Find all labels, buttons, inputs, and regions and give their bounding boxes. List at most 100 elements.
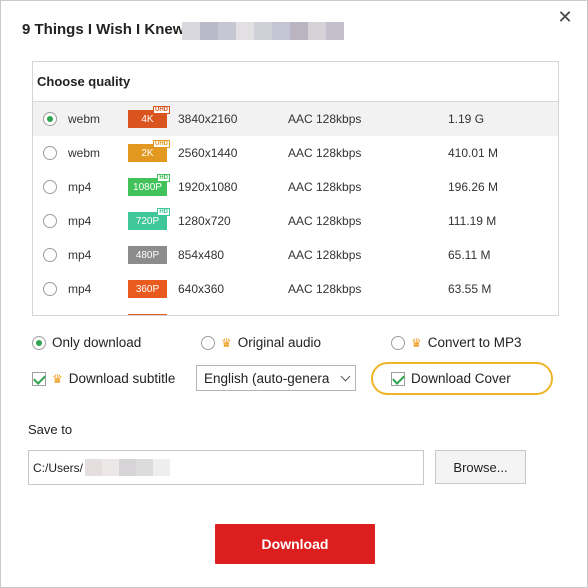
blur-block (136, 459, 154, 476)
quality-badge-label: 480P (135, 249, 160, 261)
blur-block (218, 22, 236, 40)
close-icon[interactable]: ✕ (557, 8, 573, 26)
quality-resolution: 1920x1080 (178, 180, 238, 194)
quality-format: mp4 (68, 248, 92, 262)
quality-format: mp4 (68, 214, 92, 228)
blur-block (290, 22, 308, 40)
quality-row[interactable]: webm 4K UHD 3840x2160 AAC 128kbps 1.19 G (33, 102, 558, 136)
convert-mp3-label: Convert to MP3 (427, 335, 522, 350)
subtitle-language-value: English (auto-genera (204, 370, 330, 386)
quality-audio: AAC 128kbps (288, 180, 362, 194)
quality-size: 1.19 G (448, 112, 485, 126)
save-path-blurred-region (85, 459, 171, 476)
quality-header: Choose quality (33, 62, 558, 102)
chevron-down-icon (340, 371, 351, 382)
blur-block (153, 459, 171, 476)
quality-resolution: 3840x2160 (178, 112, 238, 126)
quality-badge: 480P (128, 246, 167, 264)
quality-badge: 4K UHD (128, 106, 170, 128)
only-download-radio[interactable] (32, 335, 46, 350)
quality-badge: 360P (128, 280, 167, 298)
quality-audio: AAC 128kbps (288, 146, 362, 160)
download-dialog: 9 Things I Wish I Knew ✕ Choose quality … (0, 0, 588, 588)
quality-list: Choose quality webm 4K UHD 3840x2160 AAC… (32, 61, 559, 316)
quality-badge-label: 1080P (133, 181, 162, 193)
quality-badge-label: 360P (135, 283, 160, 295)
title-blurred-region (182, 22, 344, 40)
quality-badge (128, 314, 167, 315)
blur-block (272, 22, 290, 40)
original-audio-option[interactable]: ♛ Original audio (201, 335, 321, 350)
blur-block (326, 22, 344, 40)
quality-audio: AAC 128kbps (288, 248, 362, 262)
quality-rows: webm 4K UHD 3840x2160 AAC 128kbps 1.19 G… (33, 102, 558, 315)
convert-mp3-radio[interactable] (391, 335, 405, 350)
quality-radio[interactable] (43, 180, 57, 194)
download-subtitle-checkbox[interactable] (32, 371, 46, 386)
quality-row[interactable]: mp4 1080P HD 1920x1080 AAC 128kbps 196.2… (33, 170, 558, 204)
download-subtitle-option[interactable]: ♛ Download subtitle (32, 371, 175, 386)
original-audio-radio[interactable] (201, 335, 215, 350)
quality-radio[interactable] (43, 112, 57, 126)
quality-row[interactable]: mp4 720P HD 1280x720 AAC 128kbps 111.19 … (33, 204, 558, 238)
browse-button[interactable]: Browse... (435, 450, 526, 484)
only-download-label: Only download (52, 335, 142, 350)
blur-block (308, 22, 326, 40)
quality-audio: AAC 128kbps (288, 214, 362, 228)
quality-row[interactable]: webm 2K UHD 2560x1440 AAC 128kbps 410.01… (33, 136, 558, 170)
quality-format: webm (68, 146, 101, 160)
download-button[interactable]: Download (215, 524, 375, 564)
quality-badge: 2K UHD (128, 140, 170, 162)
quality-resolution: 640x360 (178, 282, 225, 296)
quality-badge-label: 720P (135, 215, 160, 227)
quality-size: 111.19 M (448, 214, 497, 228)
save-path-prefix: C:/Users/ (33, 460, 84, 475)
quality-format: mp4 (68, 282, 92, 296)
quality-tag: HD (157, 174, 170, 182)
quality-row[interactable]: mp4 360P 640x360 AAC 128kbps 63.55 M (33, 272, 558, 306)
download-cover-checkbox[interactable] (391, 371, 405, 386)
dialog-title: 9 Things I Wish I Knew (22, 21, 185, 38)
quality-radio[interactable] (43, 146, 57, 160)
quality-tag: UHD (153, 106, 170, 114)
quality-resolution: 2560x1440 (178, 146, 238, 160)
quality-badge: 720P HD (128, 208, 170, 230)
save-to-label: Save to (28, 422, 73, 437)
quality-tag: HD (157, 208, 170, 216)
blur-block (200, 22, 218, 40)
only-download-option[interactable]: Only download (32, 335, 141, 350)
quality-row[interactable]: mp4 480P 854x480 AAC 128kbps 65.11 M (33, 238, 558, 272)
quality-row[interactable] (33, 306, 558, 315)
crown-icon: ♛ (411, 335, 422, 350)
download-cover-option[interactable]: Download Cover (391, 371, 511, 386)
quality-badge-label: 2K (141, 147, 154, 159)
quality-audio: AAC 128kbps (288, 112, 362, 126)
quality-badge: 1080P HD (128, 174, 170, 196)
quality-radio[interactable] (43, 248, 57, 262)
save-path-input[interactable]: C:/Users/ (28, 450, 424, 485)
original-audio-label: Original audio (237, 335, 322, 350)
convert-mp3-option[interactable]: ♛ Convert to MP3 (391, 335, 522, 350)
quality-tag: UHD (153, 140, 170, 148)
quality-size: 63.55 M (448, 282, 492, 296)
quality-format: webm (68, 112, 101, 126)
crown-icon: ♛ (52, 371, 63, 386)
quality-format: mp4 (68, 180, 92, 194)
quality-badge-label: 4K (141, 113, 154, 125)
quality-resolution: 854x480 (178, 248, 225, 262)
blur-block (182, 22, 200, 40)
quality-size: 196.26 M (448, 180, 499, 194)
blur-block (254, 22, 272, 40)
quality-size: 410.01 M (448, 146, 499, 160)
quality-radio[interactable] (43, 214, 57, 228)
download-cover-label: Download Cover (411, 371, 511, 386)
quality-audio: AAC 128kbps (288, 282, 362, 296)
blur-block (236, 22, 254, 40)
blur-block (102, 459, 120, 476)
subtitle-language-select[interactable]: English (auto-genera (196, 365, 356, 391)
quality-size: 65.11 M (448, 248, 491, 262)
quality-resolution: 1280x720 (178, 214, 231, 228)
crown-icon: ♛ (221, 335, 232, 350)
quality-radio[interactable] (43, 282, 57, 296)
blur-block (85, 459, 103, 476)
